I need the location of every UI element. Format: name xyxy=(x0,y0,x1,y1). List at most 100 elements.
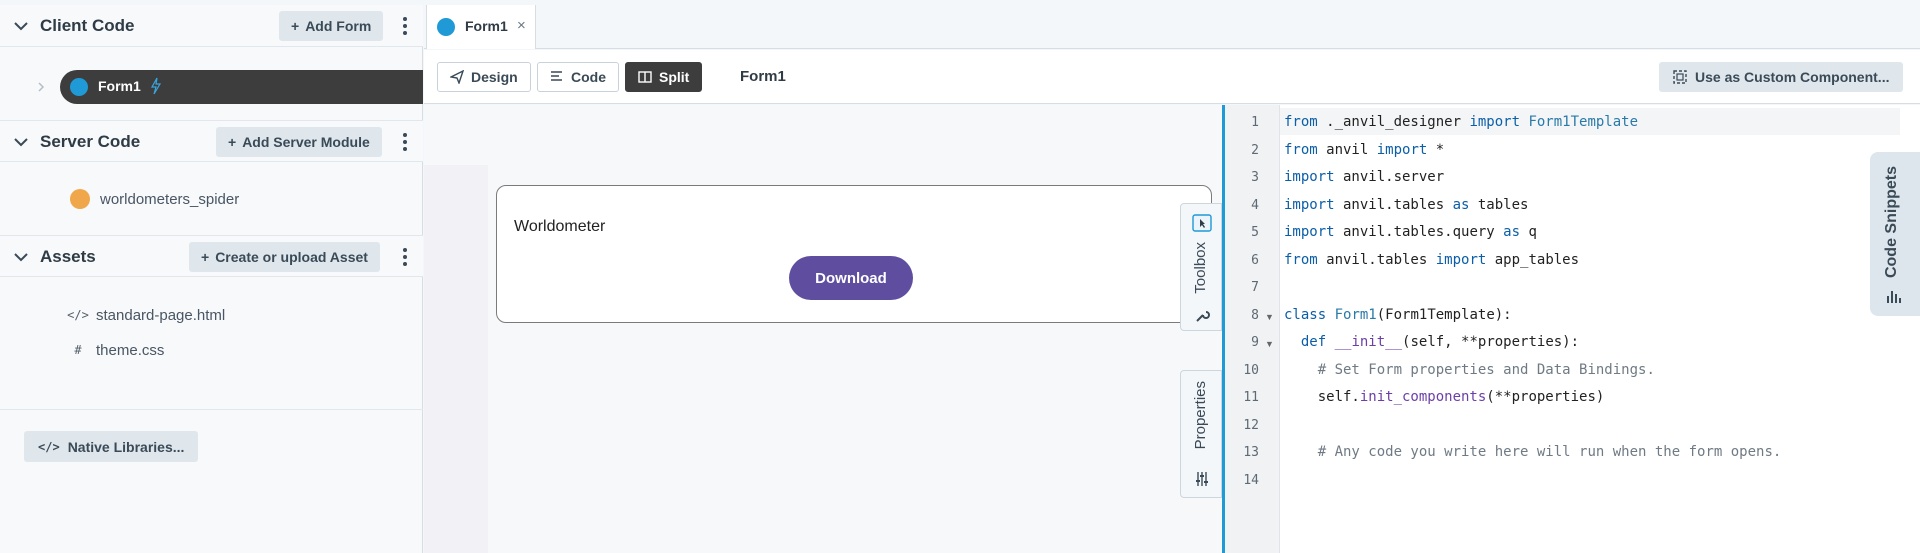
canvas-margin xyxy=(424,165,488,553)
more-options-icon[interactable] xyxy=(402,16,408,36)
editor-toolbar: Design Code Split Form1 Use as Custom Co… xyxy=(424,50,1920,104)
line-number: 12 xyxy=(1243,418,1259,433)
properties-tab[interactable]: Properties xyxy=(1180,370,1222,498)
form1-label: Form1 xyxy=(98,78,141,94)
download-button[interactable]: Download xyxy=(789,256,913,300)
design-label: Design xyxy=(471,69,518,85)
chevron-down-icon[interactable] xyxy=(13,134,29,150)
assets-header[interactable]: Assets + Create or upload Asset xyxy=(0,235,423,277)
client-code-header[interactable]: Client Code + Add Form xyxy=(0,5,423,47)
asset-item-html[interactable]: </> standard-page.html xyxy=(67,303,226,327)
line-number: 7 xyxy=(1251,280,1259,295)
panel-divider xyxy=(0,409,423,410)
code-snippets-label: Code Snippets xyxy=(1883,166,1900,279)
code-line: class Form1(Form1Template): xyxy=(1284,307,1512,323)
toolbox-tab[interactable]: Toolbox xyxy=(1180,203,1222,331)
chevron-down-icon[interactable] xyxy=(13,249,29,265)
line-number: 11 xyxy=(1243,390,1259,405)
line-number-gutter: 1 2 3 4 5 6 7 8 9 10 11 12 13 14 ▼ ▼ xyxy=(1225,105,1280,553)
create-upload-asset-label: Create or upload Asset xyxy=(215,249,368,265)
asset-label-css: theme.css xyxy=(96,341,165,359)
split-view-icon xyxy=(638,71,652,83)
code-mode-button[interactable]: Code xyxy=(537,62,619,92)
form1-tree-item[interactable]: Form1 xyxy=(0,68,423,106)
fold-arrow-icon[interactable]: ▼ xyxy=(1265,312,1274,322)
code-line: # Set Form properties and Data Bindings. xyxy=(1317,362,1655,378)
server-module-label: worldometers_spider xyxy=(100,190,240,208)
code-line: from anvil.tables import app_tables xyxy=(1284,252,1580,268)
code-snippets-tab[interactable]: Code Snippets xyxy=(1870,152,1920,316)
fold-arrow-icon[interactable]: ▼ xyxy=(1265,339,1274,349)
editor-tab-bar: Form1 × xyxy=(424,5,1920,49)
form-card[interactable]: Worldometer Download xyxy=(496,185,1212,323)
line-number: 9 xyxy=(1251,335,1259,350)
toolbox-label: Toolbox xyxy=(1192,242,1209,294)
split-label: Split xyxy=(659,69,690,85)
split-mode-button[interactable]: Split xyxy=(625,62,703,92)
line-number: 5 xyxy=(1251,225,1259,240)
bar-chart-icon xyxy=(1887,291,1901,303)
line-number: 6 xyxy=(1251,253,1259,268)
line-number: 13 xyxy=(1243,445,1259,460)
current-form-name: Form1 xyxy=(740,68,786,85)
line-number: 4 xyxy=(1251,198,1259,213)
plus-icon: + xyxy=(291,18,300,34)
wrench-icon xyxy=(1196,311,1210,322)
form1-selected-pill[interactable]: Form1 xyxy=(60,70,423,104)
asset-item-css[interactable]: # theme.css xyxy=(70,338,164,362)
code-line: def __init__(self, **properties): xyxy=(1300,334,1580,350)
code-icon: </> xyxy=(38,439,60,454)
line-number: 10 xyxy=(1243,363,1259,378)
tab-form1[interactable]: Form1 × xyxy=(426,5,536,49)
asset-label-html: standard-page.html xyxy=(96,306,226,324)
cursor-icon xyxy=(1192,214,1212,232)
server-module-icon xyxy=(70,189,90,209)
add-server-module-label: Add Server Module xyxy=(242,134,370,150)
code-label: Code xyxy=(571,69,606,85)
create-upload-asset-button[interactable]: + Create or upload Asset xyxy=(189,242,380,272)
paper-plane-icon xyxy=(450,70,464,84)
anvil-editor: Client Code + Add Form Form1 Server Code… xyxy=(0,0,1920,553)
form-icon xyxy=(70,78,88,96)
sliders-icon xyxy=(1196,472,1208,486)
code-line: from ._anvil_designer import Form1Templa… xyxy=(1284,114,1639,130)
form-icon xyxy=(437,18,455,36)
close-icon[interactable]: × xyxy=(517,17,526,34)
use-as-custom-component-label: Use as Custom Component... xyxy=(1695,69,1890,85)
worldometer-label[interactable]: Worldometer xyxy=(514,218,605,236)
text-lines-icon xyxy=(551,71,562,81)
startup-bolt-icon xyxy=(150,77,162,95)
line-number: 3 xyxy=(1251,170,1259,185)
code-line: import anvil.server xyxy=(1284,169,1445,185)
code-line: self.init_components(**properties) xyxy=(1284,389,1605,405)
plus-icon: + xyxy=(228,134,237,150)
server-code-header[interactable]: Server Code + Add Server Module xyxy=(0,120,423,162)
more-options-icon[interactable] xyxy=(402,132,408,152)
code-editor[interactable]: 1 2 3 4 5 6 7 8 9 10 11 12 13 14 ▼ ▼ fro… xyxy=(1222,105,1920,553)
tab-form1-label: Form1 xyxy=(465,18,508,34)
line-number: 2 xyxy=(1251,143,1259,158)
design-mode-button[interactable]: Design xyxy=(437,62,531,92)
native-libraries-label: Native Libraries... xyxy=(67,438,185,455)
design-canvas[interactable]: Worldometer Download Toolbox Properties xyxy=(424,105,1222,553)
line-number: 1 xyxy=(1251,115,1259,130)
hash-icon: # xyxy=(74,343,82,357)
code-line: import anvil.tables.query as q xyxy=(1284,224,1537,240)
server-module-item[interactable]: worldometers_spider xyxy=(70,187,239,211)
add-server-module-button[interactable]: + Add Server Module xyxy=(216,127,382,157)
chevron-right-icon[interactable] xyxy=(37,82,45,92)
native-libraries-button[interactable]: </> Native Libraries... xyxy=(24,431,199,462)
code-line: import anvil.tables as tables xyxy=(1284,197,1529,213)
client-code-title: Client Code xyxy=(40,16,135,35)
add-form-button[interactable]: + Add Form xyxy=(279,11,384,41)
add-form-label: Add Form xyxy=(305,18,372,34)
plus-icon: + xyxy=(201,249,210,265)
code-icon: </> xyxy=(67,308,89,322)
more-options-icon[interactable] xyxy=(402,247,408,267)
use-as-custom-component-button[interactable]: Use as Custom Component... xyxy=(1659,62,1904,92)
app-browser-panel: Client Code + Add Form Form1 Server Code… xyxy=(0,5,423,553)
line-number: 14 xyxy=(1243,473,1259,488)
code-line: from anvil import * xyxy=(1284,142,1445,158)
server-code-title: Server Code xyxy=(40,132,141,151)
chevron-down-icon[interactable] xyxy=(13,18,29,34)
